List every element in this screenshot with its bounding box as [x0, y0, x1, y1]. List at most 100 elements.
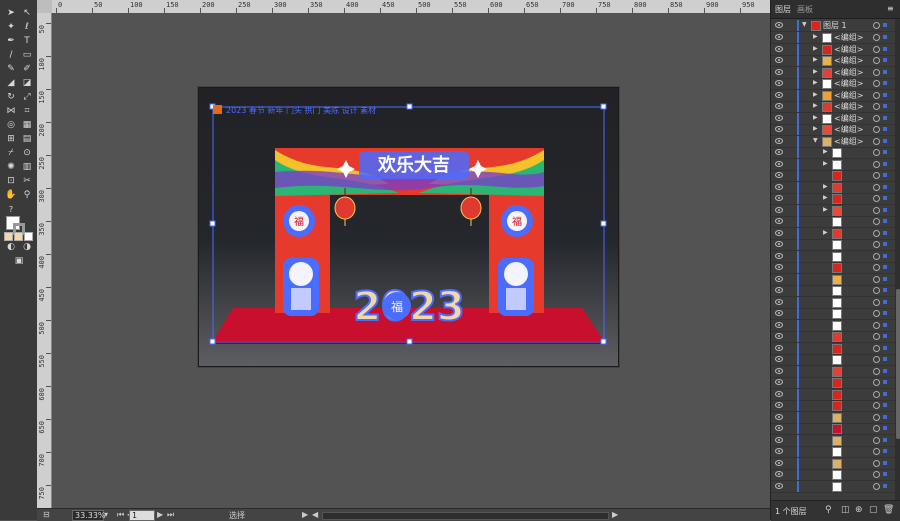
eraser-tool-icon[interactable]: ◪	[20, 78, 34, 89]
target-icon[interactable]	[873, 114, 880, 122]
selection-indicator[interactable]	[883, 449, 887, 453]
target-icon[interactable]	[873, 206, 880, 214]
layer-row-group[interactable]: ▶ <编组>	[771, 78, 895, 90]
selection-indicator[interactable]	[883, 414, 887, 419]
visibility-eye-icon[interactable]	[775, 114, 783, 121]
layer-label[interactable]: <编组>	[834, 32, 863, 43]
selection-indicator[interactable]	[883, 92, 887, 97]
scale-tool-icon[interactable]: ⤢	[20, 92, 34, 103]
visibility-eye-icon[interactable]	[775, 287, 783, 293]
target-icon[interactable]	[873, 57, 880, 64]
layer-label[interactable]: <编组>	[834, 67, 863, 78]
layer-row-group[interactable]: ▶ <编组>	[771, 43, 895, 56]
panel-menu-icon[interactable]: ≡	[887, 4, 894, 13]
target-icon[interactable]	[873, 34, 880, 41]
horizontal-scrollbar[interactable]	[322, 512, 609, 520]
new-layer-icon[interactable]: ▢	[869, 505, 878, 515]
layer-row-sub[interactable]	[771, 411, 895, 424]
selection-indicator[interactable]	[883, 104, 887, 108]
status-arrow-icon[interactable]: ▶	[302, 510, 308, 519]
layer-row-sub[interactable]	[771, 388, 895, 401]
horizontal-ruler[interactable]: 0 50 100 150 200 250 300 350 400 450 500 550 600 650 7…	[52, 0, 770, 14]
layer-label[interactable]: 图层 1	[823, 20, 847, 31]
pencil-tool-icon[interactable]: ✐	[20, 64, 34, 75]
selection-indicator[interactable]	[883, 196, 887, 200]
layer-row-group[interactable]: ▶ <编组>	[771, 55, 895, 67]
artboard-nav-icon[interactable]: ⊟	[43, 510, 50, 519]
layer-row-sub[interactable]	[771, 170, 895, 182]
target-icon[interactable]	[873, 448, 880, 455]
target-icon[interactable]	[873, 321, 880, 329]
visibility-eye-icon[interactable]	[775, 482, 783, 489]
selection-indicator[interactable]	[883, 138, 887, 143]
visibility-eye-icon[interactable]	[775, 367, 783, 374]
layer-label[interactable]: <编组>	[834, 136, 863, 147]
last-artboard-icon[interactable]: ⏭	[167, 510, 174, 520]
selection-indicator[interactable]	[883, 345, 887, 350]
selection-indicator[interactable]	[883, 334, 887, 338]
target-icon[interactable]	[873, 241, 880, 248]
expand-arrow-icon[interactable]: ▶	[813, 114, 818, 121]
layer-row-sub[interactable]	[771, 400, 895, 412]
eyedropper-tool-icon[interactable]: ⌿	[4, 148, 18, 159]
selection-indicator[interactable]	[883, 69, 887, 74]
expand-arrow-icon[interactable]: ▶	[813, 56, 818, 63]
layer-row-sub[interactable]: ▶	[771, 227, 895, 240]
target-icon[interactable]	[873, 402, 880, 409]
expand-arrow-icon[interactable]: ▶	[823, 183, 828, 190]
visibility-eye-icon[interactable]	[775, 229, 783, 236]
visibility-eye-icon[interactable]	[775, 183, 783, 190]
shape-builder-tool-icon[interactable]: ◎	[4, 120, 18, 131]
layer-row-group[interactable]: ▶ <编组>	[771, 66, 895, 79]
expand-arrow-icon[interactable]: ▶	[823, 194, 828, 201]
first-artboard-icon[interactable]: ⏮	[117, 510, 124, 520]
layer-row-sub[interactable]	[771, 342, 895, 355]
visibility-eye-icon[interactable]	[775, 252, 783, 259]
artboard[interactable]: 欢乐大吉 福 福 2023 福	[198, 87, 619, 367]
visibility-eye-icon[interactable]	[775, 459, 783, 466]
selection-indicator[interactable]	[883, 391, 887, 396]
clipping-mask-icon[interactable]: ◫	[841, 505, 850, 515]
visibility-eye-icon[interactable]	[775, 22, 783, 28]
target-icon[interactable]	[873, 310, 880, 317]
mesh-tool-icon[interactable]: ⊞	[4, 134, 18, 145]
target-icon[interactable]	[873, 218, 880, 225]
visibility-eye-icon[interactable]	[775, 172, 783, 178]
visibility-eye-icon[interactable]	[775, 34, 783, 40]
visibility-eye-icon[interactable]	[775, 402, 783, 408]
layer-row-sub[interactable]	[771, 365, 895, 378]
target-icon[interactable]	[873, 183, 880, 191]
visibility-eye-icon[interactable]	[775, 390, 783, 397]
target-icon[interactable]	[873, 413, 880, 421]
target-icon[interactable]	[873, 137, 880, 145]
layer-row-sub[interactable]	[771, 423, 895, 435]
layer-row-sub[interactable]	[771, 469, 895, 481]
layer-row-sub[interactable]	[771, 239, 895, 251]
layer-row-sub[interactable]: ▶	[771, 181, 895, 194]
layer-label[interactable]: <编组>	[834, 101, 863, 112]
selection-indicator[interactable]	[883, 288, 887, 292]
tab-layers[interactable]: 图层	[775, 4, 791, 15]
layer-row-sub[interactable]	[771, 262, 895, 274]
target-icon[interactable]	[873, 45, 880, 53]
color-mode-icon[interactable]	[4, 232, 13, 241]
selection-indicator[interactable]	[883, 472, 887, 476]
visibility-eye-icon[interactable]	[775, 298, 783, 305]
expand-arrow-icon[interactable]: ▶	[813, 33, 818, 40]
visibility-eye-icon[interactable]	[775, 206, 783, 213]
visibility-eye-icon[interactable]	[775, 149, 783, 155]
symbol-sprayer-tool-icon[interactable]: ✺	[4, 162, 18, 173]
target-icon[interactable]	[873, 471, 880, 478]
selection-indicator[interactable]	[883, 58, 887, 62]
target-icon[interactable]	[873, 103, 880, 110]
layer-row-sub[interactable]	[771, 377, 895, 389]
layer-row-sub[interactable]	[771, 308, 895, 320]
selection-indicator[interactable]	[883, 207, 887, 212]
artboard-tool-icon[interactable]: ⊡	[4, 176, 18, 187]
hscroll-right-icon[interactable]: ▶	[612, 510, 618, 519]
selection-indicator[interactable]	[883, 150, 887, 154]
selection-tool-icon[interactable]: ➤	[4, 8, 18, 19]
visibility-eye-icon[interactable]	[775, 137, 783, 144]
graph-tool-icon[interactable]: ▥	[20, 162, 34, 173]
layer-row-sub[interactable]	[771, 480, 895, 493]
